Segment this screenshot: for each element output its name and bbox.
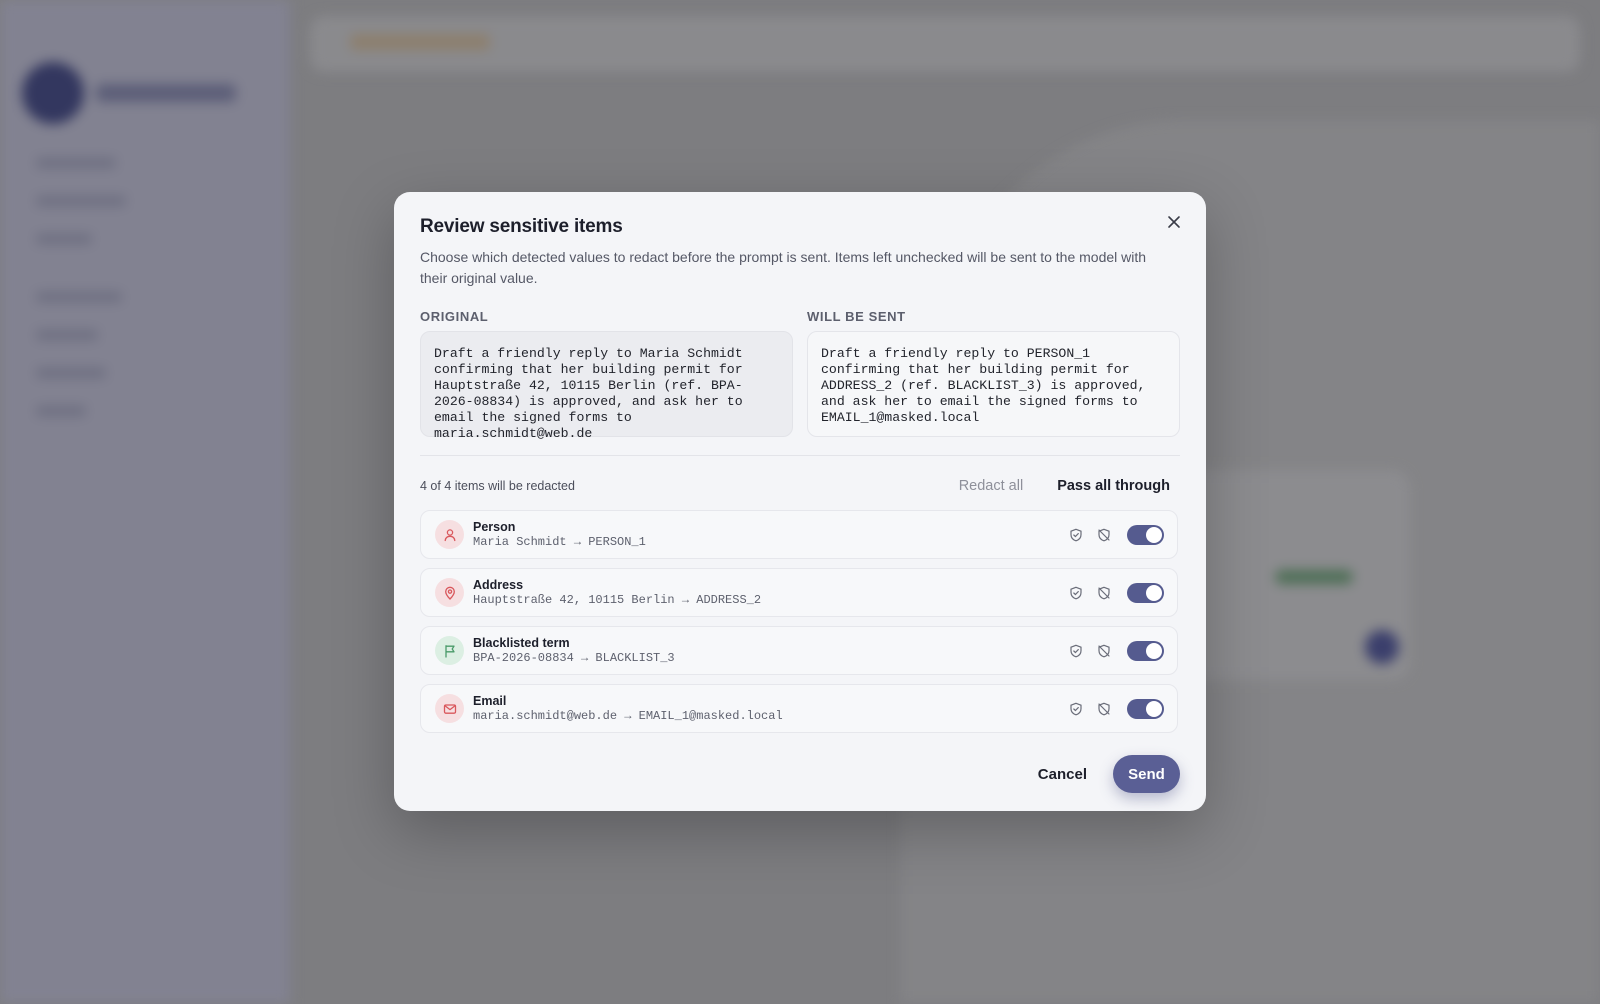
item-actions xyxy=(1067,640,1164,661)
background-logo xyxy=(22,62,84,124)
list-item: Person Maria Schmidt → PERSON_1 xyxy=(420,510,1178,559)
item-mapping: Hauptstraße 42, 10115 Berlin → ADDRESS_2 xyxy=(473,592,762,607)
dialog-footer: Cancel Send xyxy=(1038,755,1180,793)
divider xyxy=(420,455,1180,456)
shield-off-icon[interactable] xyxy=(1095,700,1113,718)
bulk-actions: Redact all Pass all through xyxy=(959,478,1180,494)
pass-all-through-button[interactable]: Pass all through xyxy=(1057,478,1170,494)
item-title: Blacklisted term xyxy=(473,635,570,650)
background-nav-item xyxy=(36,330,98,340)
item-text: Blacklisted term BPA-2026-08834 → BLACKL… xyxy=(473,636,1067,666)
redaction-summary-row: 4 of 4 items will be redacted Redact all… xyxy=(420,475,1180,497)
redact-toggle[interactable] xyxy=(1127,698,1164,719)
close-button[interactable] xyxy=(1162,210,1186,234)
background-nav-item xyxy=(36,234,92,244)
background-badge xyxy=(1275,570,1353,584)
will-be-sent-label: WILL BE SENT xyxy=(807,309,906,324)
original-column: ORIGINAL Draft a friendly reply to Maria… xyxy=(420,309,793,441)
background-chip xyxy=(350,34,490,50)
background-brand xyxy=(96,84,236,102)
item-mapping: maria.schmidt@web.de → EMAIL_1@masked.lo… xyxy=(473,708,783,723)
shield-check-icon[interactable] xyxy=(1067,526,1085,544)
item-mapping: BPA-2026-08834 → BLACKLIST_3 xyxy=(473,650,675,665)
dialog-description: Choose which detected values to redact b… xyxy=(420,249,1147,286)
redact-toggle[interactable] xyxy=(1127,582,1164,603)
shield-off-icon[interactable] xyxy=(1095,526,1113,544)
background-nav-item xyxy=(36,368,106,378)
review-sensitive-items-dialog: Review sensitive items Choose which dete… xyxy=(394,192,1206,811)
map-pin-icon xyxy=(435,578,464,607)
shield-off-icon[interactable] xyxy=(1095,584,1113,602)
shield-off-icon[interactable] xyxy=(1095,642,1113,660)
item-mapping: Maria Schmidt → PERSON_1 xyxy=(473,534,646,549)
background-nav-item xyxy=(36,158,116,168)
list-item: Address Hauptstraße 42, 10115 Berlin → A… xyxy=(420,568,1178,617)
item-title: Email xyxy=(473,693,507,708)
shield-check-icon[interactable] xyxy=(1067,642,1085,660)
flag-icon xyxy=(435,636,464,665)
redact-toggle[interactable] xyxy=(1127,524,1164,545)
mail-icon xyxy=(435,694,464,723)
background-nav-item xyxy=(36,292,122,302)
background-nav-item xyxy=(36,406,86,416)
dialog-title: Review sensitive items xyxy=(420,216,623,237)
background-sidebar xyxy=(0,0,290,1004)
item-actions xyxy=(1067,524,1164,545)
redaction-count: 4 of 4 items will be redacted xyxy=(420,479,575,493)
item-text: Address Hauptstraße 42, 10115 Berlin → A… xyxy=(473,578,1067,608)
item-text: Person Maria Schmidt → PERSON_1 xyxy=(473,520,1067,550)
close-icon xyxy=(1168,216,1180,228)
sensitive-items-list: Person Maria Schmidt → PERSON_1 Address … xyxy=(420,510,1180,733)
cancel-button[interactable]: Cancel xyxy=(1038,766,1087,783)
list-item: Blacklisted term BPA-2026-08834 → BLACKL… xyxy=(420,626,1178,675)
background-topbar xyxy=(310,16,1580,72)
shield-check-icon[interactable] xyxy=(1067,584,1085,602)
send-button[interactable]: Send xyxy=(1113,755,1180,793)
shield-check-icon[interactable] xyxy=(1067,700,1085,718)
redact-toggle[interactable] xyxy=(1127,640,1164,661)
item-text: Email maria.schmidt@web.de → EMAIL_1@mas… xyxy=(473,694,1067,724)
prompt-comparison: ORIGINAL Draft a friendly reply to Maria… xyxy=(420,309,1180,441)
background-nav-item xyxy=(36,196,126,206)
item-title: Address xyxy=(473,577,524,592)
item-actions xyxy=(1067,698,1164,719)
redact-all-button[interactable]: Redact all xyxy=(959,478,1023,494)
item-title: Person xyxy=(473,519,516,534)
item-actions xyxy=(1067,582,1164,603)
list-item: Email maria.schmidt@web.de → EMAIL_1@mas… xyxy=(420,684,1178,733)
background-button xyxy=(1365,630,1399,664)
will-be-sent-column: WILL BE SENT Draft a friendly reply to P… xyxy=(807,309,1180,437)
original-label: ORIGINAL xyxy=(420,309,489,324)
original-prompt[interactable]: Draft a friendly reply to Maria Schmidt … xyxy=(420,331,793,441)
person-icon xyxy=(435,520,464,549)
redacted-prompt[interactable]: Draft a friendly reply to PERSON_1 confi… xyxy=(807,331,1180,437)
